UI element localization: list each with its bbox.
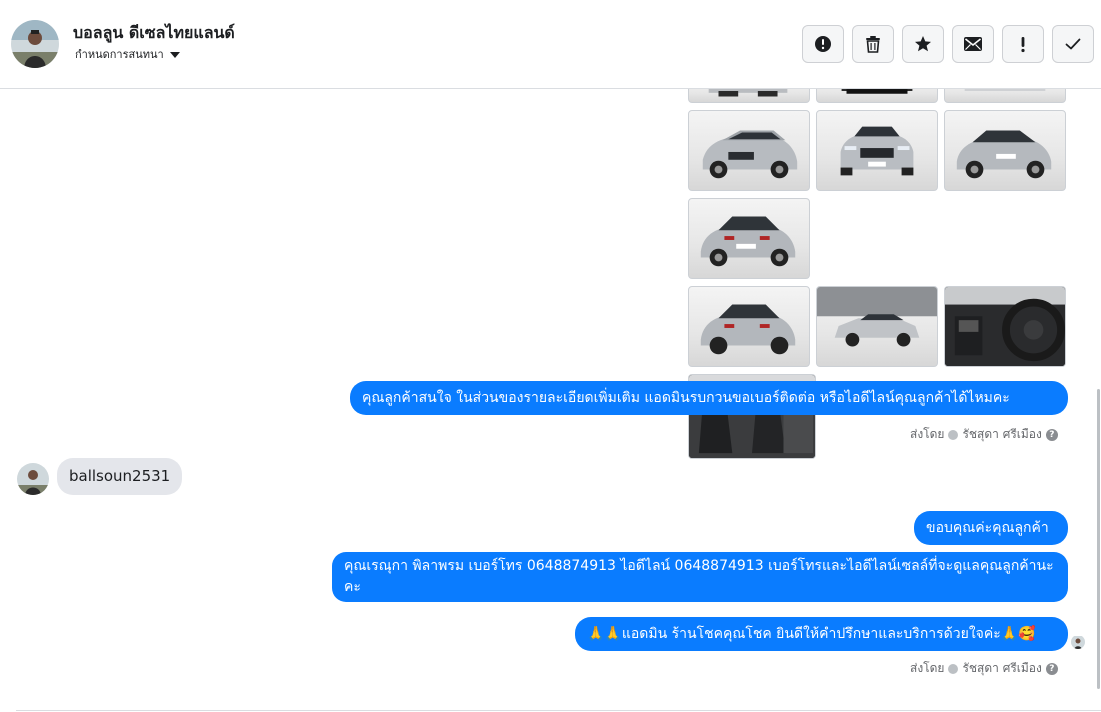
verified-dot-icon — [948, 663, 959, 674]
incoming-message[interactable]: ballsoun2531 — [57, 458, 183, 495]
photo-suv-rear-quarter[interactable] — [688, 286, 810, 367]
contact-avatar-small[interactable] — [17, 463, 49, 495]
mark-important-button[interactable] — [1002, 25, 1044, 63]
photo-steering-wheel[interactable] — [944, 286, 1066, 367]
help-icon[interactable]: ? — [1045, 428, 1058, 441]
delete-button[interactable] — [852, 25, 894, 63]
alert-circle-icon — [815, 36, 831, 52]
mark-unread-button[interactable] — [952, 25, 994, 63]
contact-name[interactable]: บอลลูน ดีเซลไทยแลนด์ — [73, 21, 235, 46]
sent-by-line: ส่งโดย รัชสุดา ศรีเมือง ? — [910, 659, 1058, 678]
message-thread[interactable]: คุณลูกค้าสนใจ ในส่วนของรายละเอียดเพิ่มเต… — [0, 89, 1101, 712]
photo-partial-3[interactable] — [944, 89, 1066, 103]
scrollbar[interactable] — [1097, 389, 1100, 689]
report-button[interactable] — [802, 25, 844, 63]
conversation-settings-label: กำหนดการสนทนา — [75, 48, 164, 61]
seen-avatar — [1071, 635, 1085, 649]
thread-toolbar — [802, 25, 1094, 63]
help-icon[interactable]: ? — [1045, 662, 1058, 675]
sent-by-line: ส่งโดย รัชสุดา ศรีเมือง ? — [910, 425, 1058, 444]
conversation-header: บอลลูน ดีเซลไทยแลนด์ กำหนดการสนทนา — [0, 0, 1101, 89]
sent-by-label: ส่งโดย — [910, 661, 945, 675]
outgoing-message[interactable]: คุณเรณุกา พิลาพรม เบอร์โทร 0648874913 ไอ… — [332, 552, 1068, 602]
exclamation-icon — [1021, 37, 1025, 53]
conversation-settings-dropdown[interactable]: กำหนดการสนทนา — [75, 45, 180, 63]
photo-partial-1[interactable] — [688, 89, 810, 103]
outgoing-message[interactable]: ขอบคุณค่ะคุณลูกค้า — [914, 511, 1068, 545]
outgoing-message[interactable]: คุณลูกค้าสนใจ ในส่วนของรายละเอียดเพิ่มเต… — [350, 381, 1068, 415]
photo-suv-rear-right[interactable] — [944, 110, 1066, 191]
envelope-icon — [964, 37, 982, 51]
checkmark-icon — [1065, 38, 1081, 50]
composer-divider — [16, 710, 1101, 711]
mark-done-button[interactable] — [1052, 25, 1094, 63]
star-icon — [915, 36, 931, 52]
sent-by-label: ส่งโดย — [910, 427, 945, 441]
contact-avatar[interactable] — [11, 20, 59, 68]
photo-suv-side[interactable] — [816, 286, 938, 367]
trash-icon — [866, 36, 880, 53]
outgoing-message[interactable]: 🙏🙏แอดมิน ร้านโชคคุณโชค ยินดีให้คำปรึกษาแ… — [575, 617, 1068, 651]
sender-name[interactable]: รัชสุดา ศรีเมือง — [962, 659, 1041, 678]
sender-name[interactable]: รัชสุดา ศรีเมือง — [962, 425, 1041, 444]
photo-suv-front-left[interactable] — [688, 110, 810, 191]
verified-dot-icon — [948, 429, 959, 440]
photo-suv-rear-left[interactable] — [688, 198, 810, 279]
chevron-down-icon — [169, 51, 180, 58]
photo-suv-front[interactable] — [816, 110, 938, 191]
star-button[interactable] — [902, 25, 944, 63]
photo-partial-2[interactable] — [816, 89, 938, 103]
